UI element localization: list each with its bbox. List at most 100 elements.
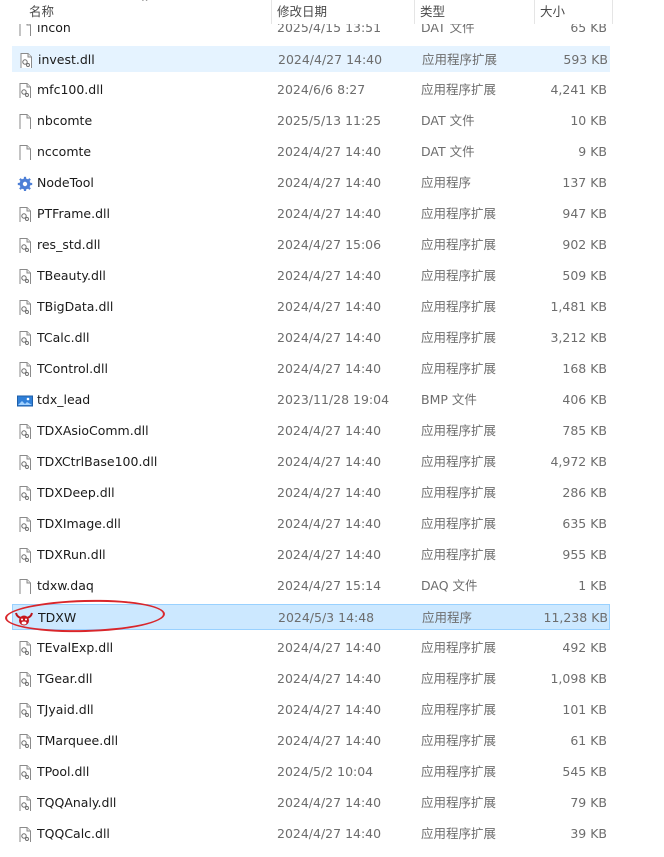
file-size: 10 KB [570,113,607,128]
file-size: 593 KB [563,52,608,67]
file-row[interactable]: tdxw.daq 2024/4/27 15:14 DAQ 文件 1 KB [12,573,610,599]
file-name: tdxw.daq [37,578,94,593]
file-name: TGear.dll [37,671,93,686]
file-name: TQQAnaly.dll [37,795,117,810]
dll-file-icon [17,237,33,253]
column-divider[interactable] [534,0,535,24]
file-name: TDXImage.dll [37,516,121,531]
file-row[interactable]: TBeauty.dll 2024/4/27 14:40 应用程序扩展 509 KB [12,263,610,289]
file-row[interactable]: TControl.dll 2024/4/27 14:40 应用程序扩展 168 KB [12,356,610,382]
file-row[interactable]: TJyaid.dll 2024/4/27 14:40 应用程序扩展 101 KB [12,697,610,723]
file-date-modified: 2024/4/27 14:40 [277,516,382,531]
file-size: 168 KB [562,361,607,376]
file-row[interactable]: nccomte 2024/4/27 14:40 DAT 文件 9 KB [12,139,610,165]
blank-file-icon [17,144,33,160]
file-size: 1,481 KB [550,299,607,314]
file-name: TPool.dll [37,764,90,779]
dll-file-icon [17,330,33,346]
file-size: 785 KB [562,423,607,438]
file-row[interactable]: PTFrame.dll 2024/4/27 14:40 应用程序扩展 947 KB [12,201,610,227]
file-list: incon 2025/4/15 13:51 DAT 文件 65 KB invest.dl… [0,0,664,857]
dll-file-icon [17,640,33,656]
file-row[interactable]: mfc100.dll 2024/6/6 8:27 应用程序扩展 4,241 KB [12,77,610,103]
file-date-modified: 2024/4/27 14:40 [277,175,382,190]
file-size: 635 KB [562,516,607,531]
file-date-modified: 2024/4/27 14:40 [277,454,382,469]
file-date-modified: 2024/4/27 14:40 [277,640,382,655]
column-header-bar: 名称 ^ 修改日期 类型 大小 [0,0,664,24]
column-header-date[interactable]: 修改日期 [277,0,327,24]
column-divider[interactable] [271,0,272,24]
column-divider[interactable] [414,0,415,24]
dll-file-icon [17,733,33,749]
file-row[interactable]: TMarquee.dll 2024/4/27 14:40 应用程序扩展 61 KB [12,728,610,754]
file-date-modified: 2024/4/27 14:40 [277,547,382,562]
file-row[interactable]: TEvalExp.dll 2024/4/27 14:40 应用程序扩展 492 KB [12,635,610,661]
file-date-modified: 2025/5/13 11:25 [277,113,382,128]
file-name: TBeauty.dll [37,268,106,283]
file-name: TDXCtrlBase100.dll [37,454,158,469]
file-date-modified: 2024/4/27 14:40 [277,423,382,438]
file-name: nbcomte [37,113,93,128]
file-size: 9 KB [578,144,607,159]
file-row[interactable]: TQQCalc.dll 2024/4/27 14:40 应用程序扩展 39 KB [12,821,610,847]
file-date-modified: 2024/4/27 14:40 [277,671,382,686]
file-date-modified: 2024/4/27 14:40 [277,702,382,717]
file-name: TMarquee.dll [37,733,119,748]
file-row[interactable]: res_std.dll 2024/4/27 15:06 应用程序扩展 902 KB [12,232,610,258]
file-row[interactable]: TQQAnaly.dll 2024/4/27 14:40 应用程序扩展 79 KB [12,790,610,816]
file-name: TBigData.dll [37,299,114,314]
file-name: PTFrame.dll [37,206,110,221]
file-row[interactable]: tdx_lead 2023/11/28 19:04 BMP 文件 406 KB [12,387,610,413]
image-file-icon [17,392,33,408]
dll-file-icon [17,547,33,563]
dll-file-icon [17,671,33,687]
column-header-type[interactable]: 类型 [420,0,445,24]
column-divider[interactable] [612,0,613,24]
file-date-modified: 2024/4/27 14:40 [277,330,382,345]
dll-file-icon [17,82,33,98]
column-header-name[interactable]: 名称 [29,0,54,24]
file-name: TControl.dll [37,361,108,376]
file-size: 947 KB [562,206,607,221]
file-name: TEvalExp.dll [37,640,114,655]
file-name: mfc100.dll [37,82,104,97]
file-name: TDXDeep.dll [37,485,115,500]
file-row[interactable]: TBigData.dll 2024/4/27 14:40 应用程序扩展 1,481 K… [12,294,610,320]
file-size: 902 KB [562,237,607,252]
file-row[interactable]: TDXCtrlBase100.dll 2024/4/27 14:40 应用程序扩展 4… [12,449,610,475]
file-name: TQQCalc.dll [37,826,110,841]
dll-file-icon [17,826,33,842]
dll-file-icon [17,423,33,439]
file-date-modified: 2024/4/27 14:40 [278,52,383,67]
file-date-modified: 2024/4/27 14:40 [277,206,382,221]
file-size: 39 KB [570,826,607,841]
gear-app-icon [17,175,33,191]
file-row[interactable]: TDXRun.dll 2024/4/27 14:40 应用程序扩展 955 KB [12,542,610,568]
dll-file-icon [17,454,33,470]
file-name: nccomte [37,144,92,159]
file-row[interactable]: nbcomte 2025/5/13 11:25 DAT 文件 10 KB [12,108,610,134]
blank-file-icon [17,113,33,129]
file-row[interactable]: TDXAsioComm.dll 2024/4/27 14:40 应用程序扩展 785 … [12,418,610,444]
file-size: 79 KB [570,795,607,810]
file-name: TCalc.dll [37,330,90,345]
file-name: tdx_lead [37,392,91,407]
file-date-modified: 2024/5/3 14:48 [278,610,375,625]
file-row[interactable]: TDXDeep.dll 2024/4/27 14:40 应用程序扩展 286 KB [12,480,610,506]
file-row[interactable]: TDXImage.dll 2024/4/27 14:40 应用程序扩展 635 KB [12,511,610,537]
file-name: TDXRun.dll [37,547,106,562]
file-row[interactable]: TPool.dll 2024/5/2 10:04 应用程序扩展 545 KB [12,759,610,785]
file-size: 137 KB [562,175,607,190]
file-row[interactable]: TGear.dll 2024/4/27 14:40 应用程序扩展 1,098 KB [12,666,610,692]
file-row[interactable]: TDXW 2024/5/3 14:48 应用程序 11,238 KB [12,604,610,630]
file-row[interactable]: TCalc.dll 2024/4/27 14:40 应用程序扩展 3,212 KB [12,325,610,351]
file-row[interactable]: invest.dll 2024/4/27 14:40 应用程序扩展 593 KB [12,46,610,72]
file-name: res_std.dll [37,237,101,252]
bull-app-icon [14,610,34,626]
column-header-size[interactable]: 大小 [540,0,565,24]
file-date-modified: 2024/4/27 14:40 [277,268,382,283]
file-size: 1,098 KB [550,671,607,686]
file-row[interactable]: NodeTool 2024/4/27 14:40 应用程序 137 KB [12,170,610,196]
file-date-modified: 2024/4/27 14:40 [277,485,382,500]
